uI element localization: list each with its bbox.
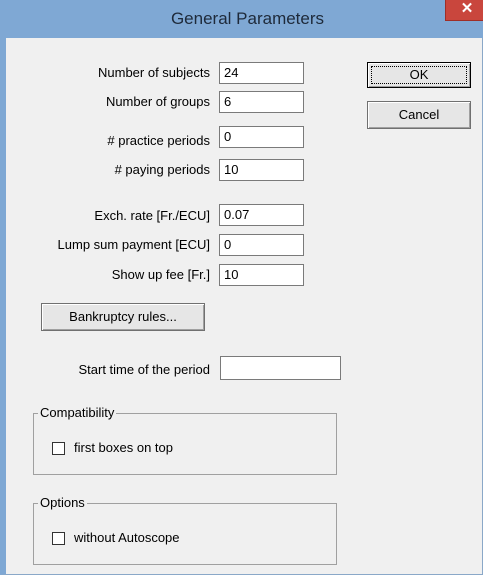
- title-bar[interactable]: General Parameters ✕: [6, 0, 483, 38]
- ok-button[interactable]: OK: [367, 62, 471, 88]
- lump-sum-payment-label: Lump sum payment [ECU]: [57, 237, 210, 252]
- number-of-groups-field[interactable]: 6: [219, 91, 304, 113]
- number-of-subjects-label: Number of subjects: [98, 65, 210, 80]
- without-autoscope-checkbox[interactable]: [52, 532, 65, 545]
- paying-periods-field[interactable]: 10: [219, 159, 304, 181]
- start-time-field[interactable]: [220, 356, 341, 380]
- start-time-label: Start time of the period: [78, 362, 210, 377]
- dialog-title: General Parameters: [170, 9, 325, 28]
- options-group-title: Options: [38, 495, 87, 511]
- dialog-window: General Parameters ✕ Number of subjects …: [0, 0, 483, 575]
- practice-periods-field[interactable]: 0: [219, 126, 304, 148]
- bankruptcy-rules-button[interactable]: Bankruptcy rules...: [41, 303, 205, 331]
- close-button[interactable]: ✕: [445, 0, 483, 21]
- lump-sum-payment-field[interactable]: 0: [219, 234, 304, 256]
- close-icon: ✕: [460, 0, 474, 17]
- compatibility-group: Compatibility first boxes on top: [33, 405, 337, 475]
- exchange-rate-label: Exch. rate [Fr./ECU]: [94, 208, 210, 223]
- ok-button-label: OK: [409, 67, 429, 82]
- first-boxes-on-top-label[interactable]: first boxes on top: [74, 440, 173, 456]
- dialog-body: Number of subjects 24 Number of groups 6…: [12, 38, 481, 573]
- paying-periods-label: # paying periods: [114, 162, 210, 177]
- first-boxes-on-top-checkbox[interactable]: [52, 442, 65, 455]
- cancel-button[interactable]: Cancel: [367, 101, 471, 129]
- practice-periods-label: # practice periods: [107, 133, 210, 148]
- show-up-fee-field[interactable]: 10: [219, 264, 304, 286]
- number-of-groups-label: Number of groups: [105, 94, 210, 109]
- exchange-rate-field[interactable]: 0.07: [219, 204, 304, 226]
- number-of-subjects-field[interactable]: 24: [219, 62, 304, 84]
- options-group: Options without Autoscope: [33, 495, 337, 565]
- without-autoscope-label[interactable]: without Autoscope: [74, 530, 180, 546]
- compatibility-group-title: Compatibility: [38, 405, 117, 421]
- show-up-fee-label: Show up fee [Fr.]: [111, 267, 210, 282]
